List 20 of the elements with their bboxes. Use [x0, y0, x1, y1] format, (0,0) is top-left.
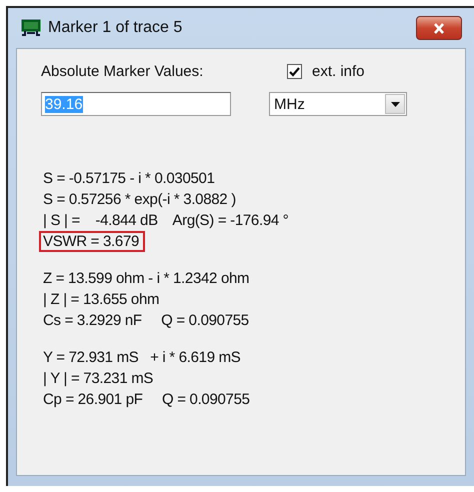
readout-line: Z = 13.599 ohm - i * 1.2342 ohm — [42, 269, 250, 289]
readout-line: S = -0.57175 - i * 0.030501 — [42, 169, 216, 189]
monitor-icon — [20, 19, 42, 37]
readout-line: Cp = 26.901 pF Q = 0.090755 — [42, 390, 251, 410]
dropdown-arrow-icon — [390, 102, 400, 106]
readout-line: S = 0.57256 * exp(-i * 3.0882 ) — [42, 190, 237, 210]
section-label: Absolute Marker Values: — [41, 63, 204, 80]
readout-line: | S | = -4.844 dB Arg(S) = -176.94 ° — [42, 211, 290, 231]
close-icon — [433, 22, 445, 34]
ext-info-label: ext. info — [312, 63, 365, 80]
readout-line: Cs = 3.2929 nF Q = 0.090755 — [42, 311, 250, 331]
unit-dropdown[interactable]: MHz — [269, 92, 407, 116]
field-value: 39.16 — [45, 96, 83, 112]
close-button[interactable] — [416, 16, 462, 40]
readout-line: | Z | = 13.655 ohm — [42, 290, 160, 310]
ext-info-checkbox[interactable] — [287, 64, 302, 79]
window-title: Marker 1 of trace 5 — [48, 19, 184, 37]
readout-line: Y = 72.931 mS + i * 6.619 mS — [42, 348, 242, 368]
readout-line: | Y | = 73.231 mS — [42, 369, 154, 389]
check-icon — [289, 66, 300, 76]
